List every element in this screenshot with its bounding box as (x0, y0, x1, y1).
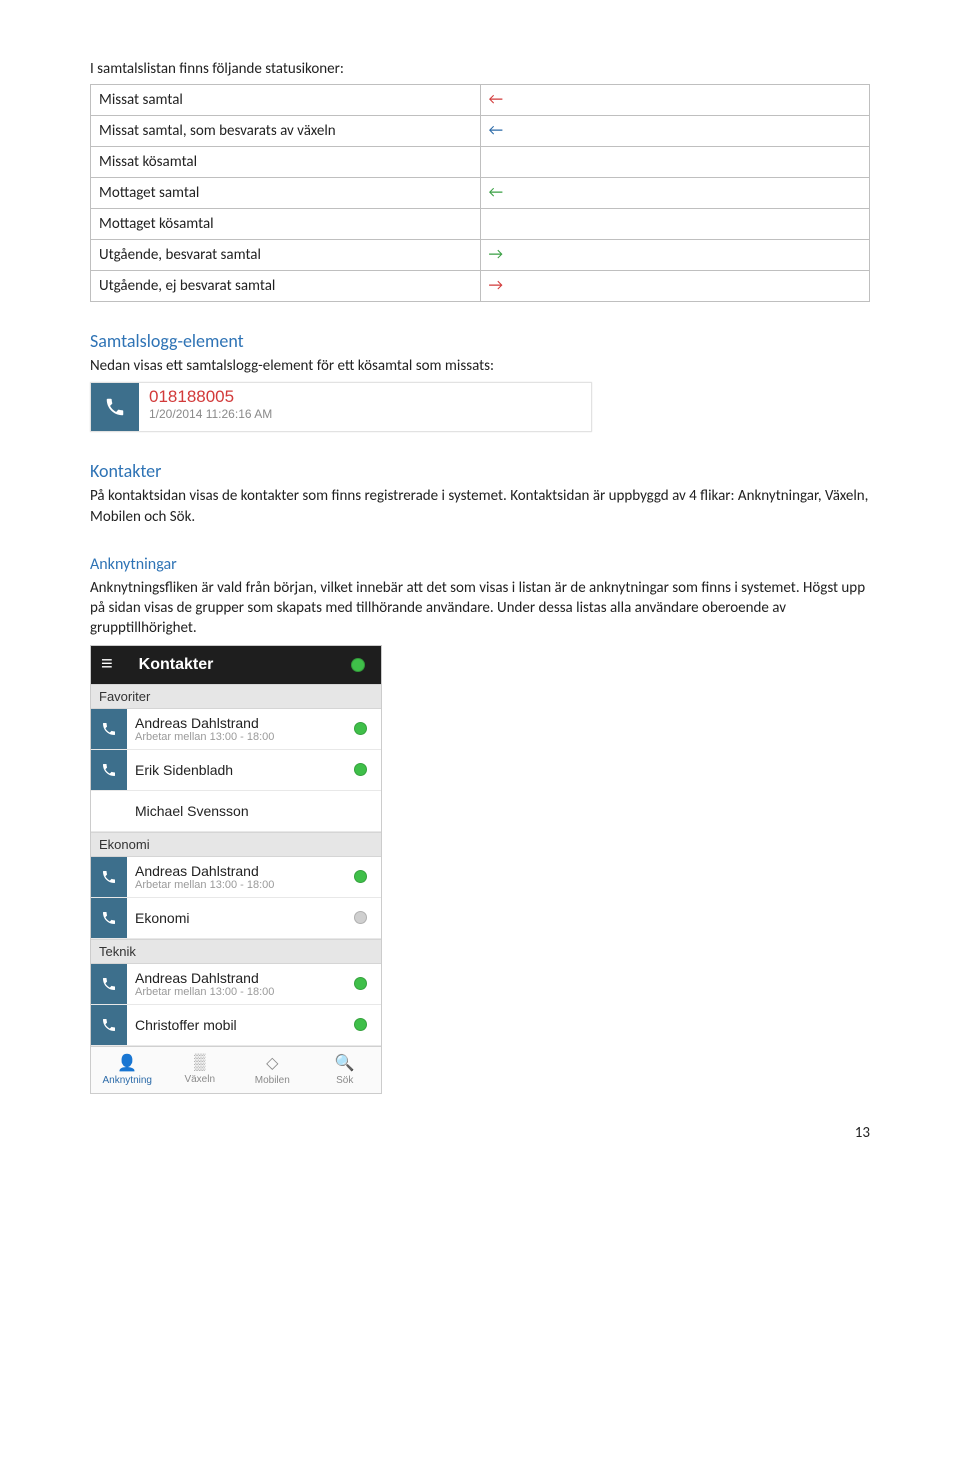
status-label: Mottaget kösamtal (91, 209, 481, 240)
arrow-icon: ← (489, 92, 503, 108)
contact-name: Andreas Dahlstrand (135, 970, 346, 986)
call-button[interactable] (91, 1005, 127, 1045)
contact-row[interactable]: Erik Sidenbladh (91, 750, 381, 791)
section-heading-kontakter: Kontakter (90, 460, 870, 482)
contact-subtext: Arbetar mellan 13:00 - 18:00 (135, 879, 346, 891)
status-icons-table: Missat samtal ← Missat samtal, som besvara… (90, 84, 870, 302)
sök-icon: 🔍 (335, 1053, 355, 1073)
status-label: Utgående, ej besvarat samtal (91, 271, 481, 302)
anknytning-icon: 👤 (117, 1053, 137, 1073)
mobilen-icon: ◇ (266, 1053, 278, 1073)
contact-subtext: Arbetar mellan 13:00 - 18:00 (135, 731, 346, 743)
contact-row[interactable]: Michael Svensson (91, 791, 381, 832)
phone-svg-icon (104, 396, 126, 418)
växeln-icon: ▒ (194, 1054, 205, 1072)
presence-dot-icon (354, 1018, 367, 1031)
status-icon-cell: ← (480, 85, 870, 116)
call-button[interactable] (91, 898, 127, 938)
contact-row[interactable]: Andreas DahlstrandArbetar mellan 13:00 -… (91, 964, 381, 1005)
phone-tabbar: 👤 Anknytning ▒ Växeln ◇ Mobilen 🔍 Sök (91, 1046, 381, 1093)
group-header: Ekonomi (91, 832, 381, 857)
presence-dot-icon (354, 977, 367, 990)
status-label: Mottaget samtal (91, 178, 481, 209)
contact-name: Erik Sidenbladh (135, 762, 346, 778)
status-icon-cell: ← (480, 116, 870, 147)
contact-name: Ekonomi (135, 910, 346, 926)
presence-dot-icon (354, 870, 367, 883)
call-button[interactable] (91, 964, 127, 1004)
status-icon-cell: ← (480, 178, 870, 209)
tab-sök[interactable]: 🔍 Sök (309, 1047, 382, 1093)
contact-subtext: Arbetar mellan 13:00 - 18:00 (135, 986, 346, 998)
contact-row[interactable]: Andreas DahlstrandArbetar mellan 13:00 -… (91, 709, 381, 750)
tab-label: Växeln (184, 1074, 215, 1085)
status-label: Missat samtal, som besvarats av växeln (91, 116, 481, 147)
phone-icon[interactable] (91, 383, 139, 431)
phone-topbar: ≡ Kontakter (91, 646, 381, 684)
contact-name: Andreas Dahlstrand (135, 715, 346, 731)
tab-växeln[interactable]: ▒ Växeln (164, 1047, 237, 1093)
call-button (91, 791, 127, 831)
presence-dot-icon (354, 911, 367, 924)
section-text-samtalslogg: Nedan visas ett samtalslogg-element för … (90, 356, 870, 376)
presence-dot-icon (354, 763, 367, 776)
tab-label: Sök (336, 1075, 353, 1086)
tab-label: Anknytning (103, 1075, 152, 1086)
call-button[interactable] (91, 750, 127, 790)
contact-name: Andreas Dahlstrand (135, 863, 346, 879)
status-icon-cell (480, 209, 870, 240)
arrow-icon: → (489, 247, 503, 263)
tab-anknytning[interactable]: 👤 Anknytning (91, 1047, 164, 1093)
arrow-icon: ← (489, 185, 503, 201)
call-log-datetime: 1/20/2014 11:26:16 AM (149, 407, 583, 421)
call-button[interactable] (91, 709, 127, 749)
tab-mobilen[interactable]: ◇ Mobilen (236, 1047, 309, 1093)
call-log-number: 018188005 (149, 387, 583, 407)
phone-title: Kontakter (139, 656, 214, 674)
arrow-icon: → (489, 278, 503, 294)
sub-heading-anknytningar: Anknytningar (90, 555, 870, 574)
call-log-element: 018188005 1/20/2014 11:26:16 AM (90, 382, 592, 432)
group-header: Teknik (91, 939, 381, 964)
presence-dot-icon (354, 722, 367, 735)
contact-name: Christoffer mobil (135, 1017, 346, 1033)
status-icon-cell: → (480, 240, 870, 271)
tab-label: Mobilen (255, 1075, 290, 1086)
section-heading-samtalslogg: Samtalslogg-element (90, 330, 870, 352)
group-header: Favoriter (91, 684, 381, 709)
call-log-status-icon (567, 389, 581, 407)
status-icon-cell (480, 147, 870, 178)
status-label: Missat samtal (91, 85, 481, 116)
kontakter-para2: Anknytningsfliken är vald från början, v… (90, 578, 870, 639)
page-number: 13 (90, 1124, 870, 1142)
status-label: Utgående, besvarat samtal (91, 240, 481, 271)
status-label: Missat kösamtal (91, 147, 481, 178)
arrow-icon: ← (489, 123, 503, 139)
contact-row[interactable]: Ekonomi (91, 898, 381, 939)
contact-row[interactable]: Andreas DahlstrandArbetar mellan 13:00 -… (91, 857, 381, 898)
contact-name: Michael Svensson (135, 803, 373, 819)
kontakter-para1: På kontaktsidan visas de kontakter som f… (90, 486, 870, 527)
contacts-phone-screenshot: ≡ Kontakter FavoriterAndreas DahlstrandA… (90, 645, 382, 1094)
contact-row[interactable]: Christoffer mobil (91, 1005, 381, 1046)
status-icon-cell: → (480, 271, 870, 302)
status-intro-text: I samtalslistan finns följande statusiko… (90, 60, 870, 78)
presence-dot-icon (351, 658, 365, 672)
call-button[interactable] (91, 857, 127, 897)
menu-icon[interactable]: ≡ (101, 653, 113, 676)
